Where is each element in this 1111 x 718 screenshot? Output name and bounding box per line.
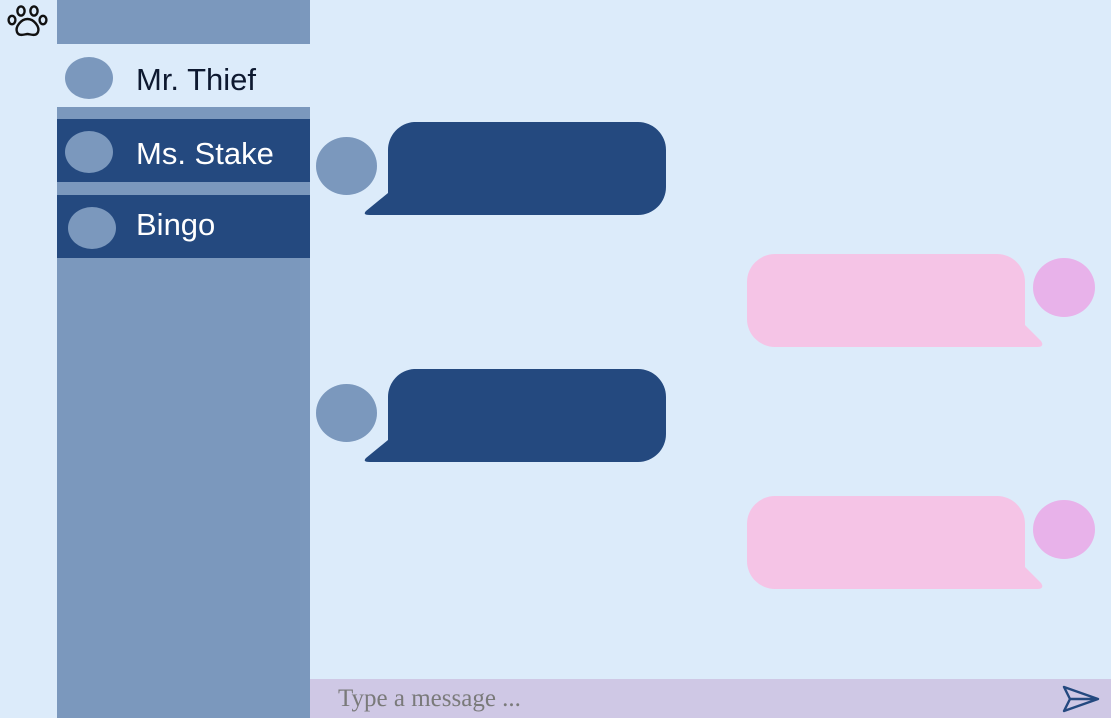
paw-icon bbox=[7, 5, 48, 37]
user-avatar bbox=[1033, 258, 1095, 317]
avatar bbox=[65, 131, 113, 173]
outgoing-message-bubble bbox=[747, 254, 1043, 347]
message-input[interactable] bbox=[310, 679, 1040, 718]
sidebar-header bbox=[57, 0, 310, 43]
incoming-message-bubble bbox=[364, 122, 666, 215]
send-icon[interactable] bbox=[1061, 684, 1101, 714]
outgoing-message-bubble bbox=[747, 496, 1043, 589]
contact-name: Bingo bbox=[136, 207, 216, 242]
user-avatar bbox=[1033, 500, 1095, 559]
contact-item-bingo[interactable]: Bingo bbox=[57, 195, 310, 258]
contact-name: Ms. Stake bbox=[136, 136, 274, 171]
avatar bbox=[65, 57, 113, 99]
contact-item-ms-stake[interactable]: Ms. Stake bbox=[57, 119, 310, 182]
chat-messages-area bbox=[310, 0, 1111, 680]
contact-name: Mr. Thief bbox=[136, 62, 257, 97]
avatar bbox=[68, 207, 116, 249]
incoming-message-bubble bbox=[364, 369, 666, 462]
contact-sidebar: Mr. Thief Ms. Stake Bingo bbox=[57, 0, 310, 718]
message-composer bbox=[310, 679, 1111, 718]
contact-item-mr-thief[interactable]: Mr. Thief bbox=[57, 44, 310, 107]
